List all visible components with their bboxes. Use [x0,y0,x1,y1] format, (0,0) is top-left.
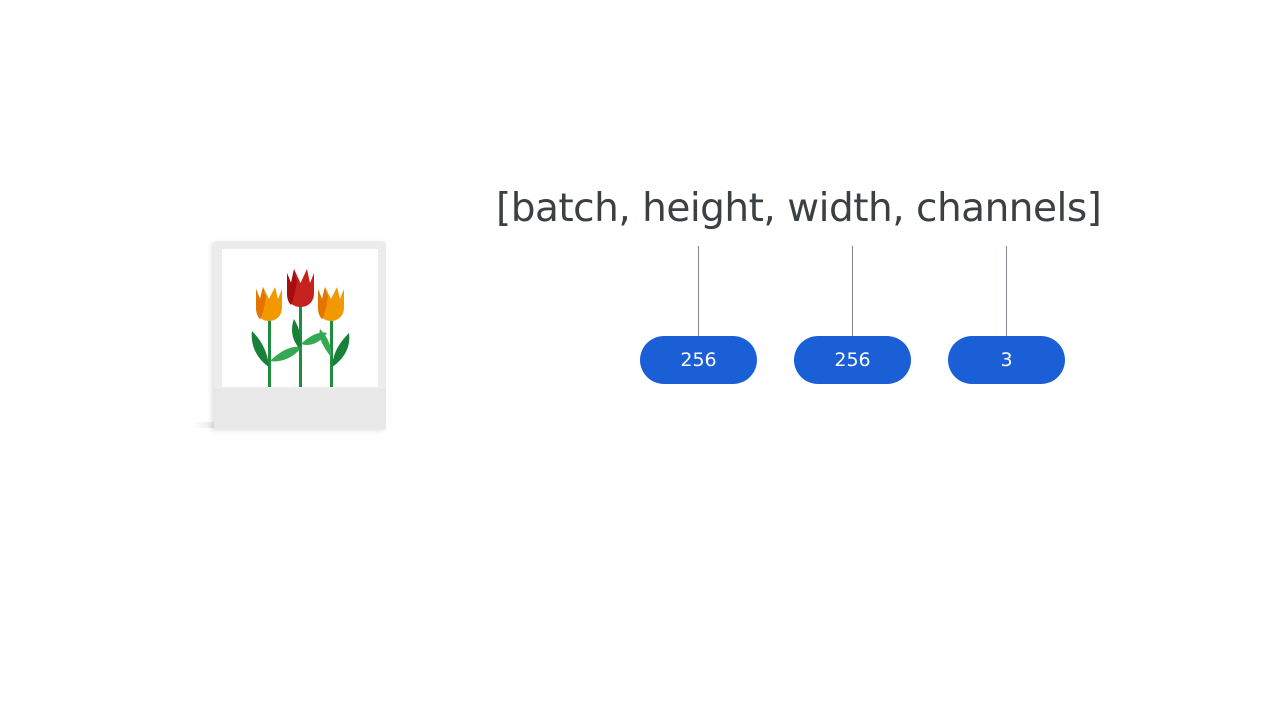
channels-connector [1006,246,1007,336]
tensor-shape-label: [batch, height, width, channels] [496,186,1102,231]
channels-value-pill: 3 [948,336,1065,384]
image-frame [222,249,378,387]
image-caption-strip [214,389,386,430]
width-value-pill: 256 [794,336,911,384]
image-card [214,241,386,430]
tulips-photo-icon [251,269,350,387]
height-connector [698,246,699,336]
height-value-pill: 256 [640,336,757,384]
width-connector [852,246,853,336]
diagram-slide: [batch, height, width, channels] 256 256… [0,0,1280,720]
